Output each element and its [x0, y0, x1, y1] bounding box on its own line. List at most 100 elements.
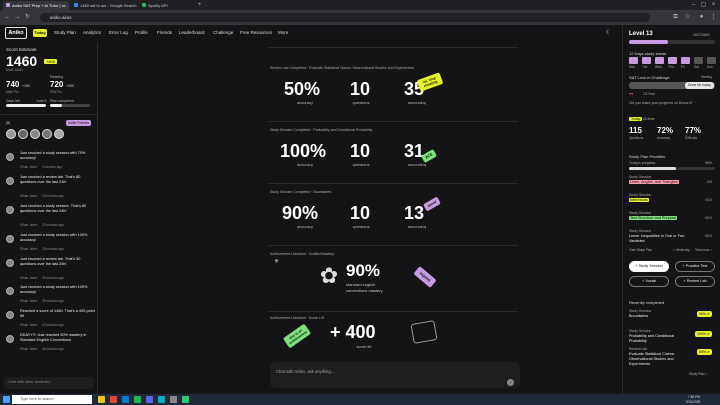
aniko-favicon-icon [6, 3, 10, 7]
nav-today[interactable]: Today [33, 29, 47, 37]
accuracy-value: 90% [282, 203, 319, 223]
alltime-toggle[interactable]: All-time [643, 117, 655, 121]
bookmark-icon[interactable]: ☆ [684, 13, 691, 21]
accuracy-value: 100% [280, 141, 327, 161]
check-icon: ✔ [707, 312, 710, 316]
spotify-icon[interactable] [134, 396, 141, 403]
feed-item: Just crushed a review lab. That's 80 que… [6, 175, 96, 201]
feed-name: Ethan Jaber [20, 347, 38, 351]
browser-tab[interactable]: Aniko SAT Prep + AI Tutor | st... [3, 1, 69, 10]
xp-value: 1637/3600 [693, 33, 710, 37]
math-value: 740 [6, 80, 20, 89]
chrome-icon[interactable] [110, 396, 117, 403]
browser-tab[interactable]: Spotify API [139, 1, 193, 10]
avatar [6, 235, 14, 243]
tomorrow-link[interactable]: Tomorrow > [695, 248, 712, 252]
progress-value: 55% [705, 161, 713, 165]
invite-friends-button[interactable]: Invite Friends [66, 120, 92, 126]
view-study-plan-link[interactable]: View Study Plan [629, 248, 652, 252]
nav-leaderboard[interactable]: Leaderboard [179, 29, 205, 37]
avatar[interactable] [6, 129, 16, 139]
discord-icon[interactable] [146, 396, 153, 403]
sticker: this is an achievement [282, 323, 312, 349]
close-window-icon[interactable]: × [710, 1, 717, 9]
address-bar[interactable]: aniko.ai/us [40, 13, 650, 22]
nav-error-log[interactable]: Error Log [109, 29, 128, 37]
avatar [6, 259, 14, 267]
review-lab-button[interactable]: + Review Lab [675, 276, 715, 287]
avatar[interactable] [54, 129, 64, 139]
nav-free-resources[interactable]: Free Resources [240, 29, 272, 37]
reading-sub: R/W Pts [50, 90, 62, 94]
back-icon[interactable]: ← [4, 13, 11, 21]
heart-icons: ♥♥ [629, 92, 634, 96]
extensions-icon[interactable]: ⧉ [672, 13, 679, 21]
feed-time: 28 minutes ago [42, 247, 64, 251]
feed-text: Just crushed a study session with 100% a… [20, 233, 88, 242]
plan-type: Study Session [629, 229, 652, 233]
stat-accuracy-value: 72% [657, 126, 674, 135]
minimize-icon[interactable]: – [690, 1, 697, 9]
feed-time: 35 minutes ago [42, 276, 64, 280]
nav-study-plan[interactable]: Study Plan [54, 29, 76, 37]
dark-mode-toggle-icon[interactable]: ☾ [606, 29, 611, 37]
accuracy-label: accuracy [296, 100, 313, 105]
today-toggle[interactable]: Today [629, 117, 643, 121]
feed-item: Just crushed a study session with 100% a… [6, 233, 96, 259]
maximize-icon[interactable]: ▢ [700, 1, 707, 9]
activity-card: Study Session Completed · Boundaries 90%… [268, 186, 518, 246]
avatar[interactable] [18, 129, 28, 139]
forward-icon[interactable]: → [14, 13, 21, 21]
score-value: 1460 [6, 53, 38, 69]
avatar[interactable] [30, 129, 40, 139]
avatar[interactable] [42, 129, 52, 139]
recent-type: Review Lab [629, 347, 648, 351]
feed-time: 20 minutes ago [42, 223, 64, 227]
done-for-today-button[interactable]: Done for today [685, 82, 714, 89]
os-taskbar: Type here to search 7:56 PM 5/24/2025 [0, 394, 720, 405]
nav-analytics[interactable]: Analytics [83, 29, 101, 37]
url-text: aniko.ai/us [50, 15, 72, 20]
file-explorer-icon[interactable] [98, 396, 105, 403]
plan-type: Study Session [629, 175, 652, 179]
study-session-button[interactable]: + Study Session [629, 261, 669, 272]
vocab-button[interactable]: + Vocab [629, 276, 669, 287]
nav-profile[interactable]: Profile [135, 29, 148, 37]
edge-icon[interactable] [122, 396, 129, 403]
student-chat-input[interactable]: Chat with other students... [4, 377, 94, 389]
sticker: lol, stop cheating [416, 72, 444, 92]
level-title: Level 13 [629, 31, 653, 37]
study-plan-link[interactable]: Study Plan > [689, 372, 707, 376]
friends-count: (8) [6, 121, 11, 125]
app-icon[interactable] [182, 396, 189, 403]
clock-time: 7:56 PM [688, 395, 700, 399]
plan-name: Text Structure and Purpose [629, 216, 678, 220]
recent-score-badge: 50% ✔ [697, 349, 712, 355]
feed-item: DDAYYY! Just reached 90% mastery in Stan… [6, 333, 96, 359]
questions-value: 10 [350, 79, 371, 99]
questions-label: questions [352, 162, 370, 167]
yesterday-link[interactable]: < Yesterday [673, 248, 690, 252]
app-icon[interactable] [170, 396, 177, 403]
taskbar-search[interactable]: Type here to search [12, 395, 92, 404]
reload-icon[interactable]: ↻ [24, 13, 31, 21]
nav-friends[interactable]: Friends [157, 29, 172, 37]
taskbar-search-text: Type here to search [20, 397, 54, 401]
send-icon[interactable]: ↑ [507, 379, 514, 386]
windows-start-icon[interactable] [3, 396, 10, 403]
right-sidebar: Level 13 1637/3600 12 Days study streak … [622, 25, 720, 394]
practice-test-button[interactable]: + Practice Test [675, 261, 715, 272]
browser-tab[interactable]: 1460 sat to act - Google Search [71, 1, 137, 10]
app-icon[interactable] [158, 396, 165, 403]
profile-icon[interactable]: ● [698, 13, 705, 21]
menu-icon[interactable]: ⋮ [710, 13, 717, 21]
new-tab-icon[interactable]: + [196, 1, 203, 9]
aniko-chat-input[interactable]: Chat with Aniko, ask anything... ↑ [270, 362, 520, 388]
nav-more[interactable]: More [278, 29, 288, 37]
aniko-logo[interactable]: Aniko [5, 27, 27, 39]
feed-text: Just crushed a study session with 70% ac… [20, 151, 86, 160]
stat-difficulty-label: Difficulty [685, 136, 697, 140]
nav-challenge[interactable]: Challenge [213, 29, 233, 37]
days-left-bar [6, 104, 46, 107]
speed-label: seconds/q [407, 224, 427, 229]
